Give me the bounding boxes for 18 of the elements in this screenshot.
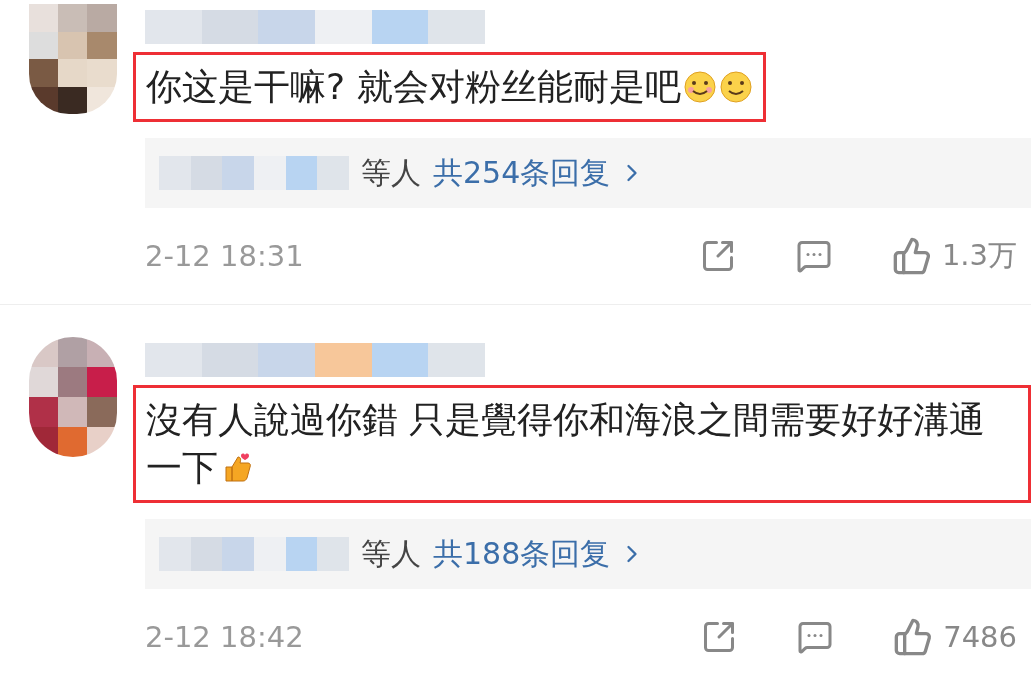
comment-time: 2-12 18:42 <box>145 620 305 654</box>
comment-time: 2-12 18:31 <box>145 239 305 273</box>
view-replies-link[interactable]: 共188条回复 <box>433 533 647 575</box>
comment-text: 你这是干嘛? 就会对粉丝能耐是吧 <box>133 52 766 122</box>
comment-button[interactable] <box>795 238 832 274</box>
comment-icon <box>795 238 832 274</box>
replies-suffix: 等人 <box>361 153 421 192</box>
smiling-face-icon <box>682 70 717 104</box>
thumbs-up-icon <box>891 236 932 276</box>
view-replies-link[interactable]: 共254条回复 <box>433 152 647 194</box>
smiling-face-icon <box>718 70 753 104</box>
comment-button[interactable] <box>797 619 834 655</box>
like-button[interactable]: 7486 <box>893 617 1017 657</box>
replies-suffix: 等人 <box>361 534 421 573</box>
thumbs-up-icon <box>893 617 934 657</box>
comment-text: 沒有人說過你錯 只是覺得你和海浪之間需要好好溝通一下 <box>133 385 1031 503</box>
like-button[interactable]: 1.3万 <box>891 236 1017 276</box>
comment-icon <box>797 619 834 655</box>
